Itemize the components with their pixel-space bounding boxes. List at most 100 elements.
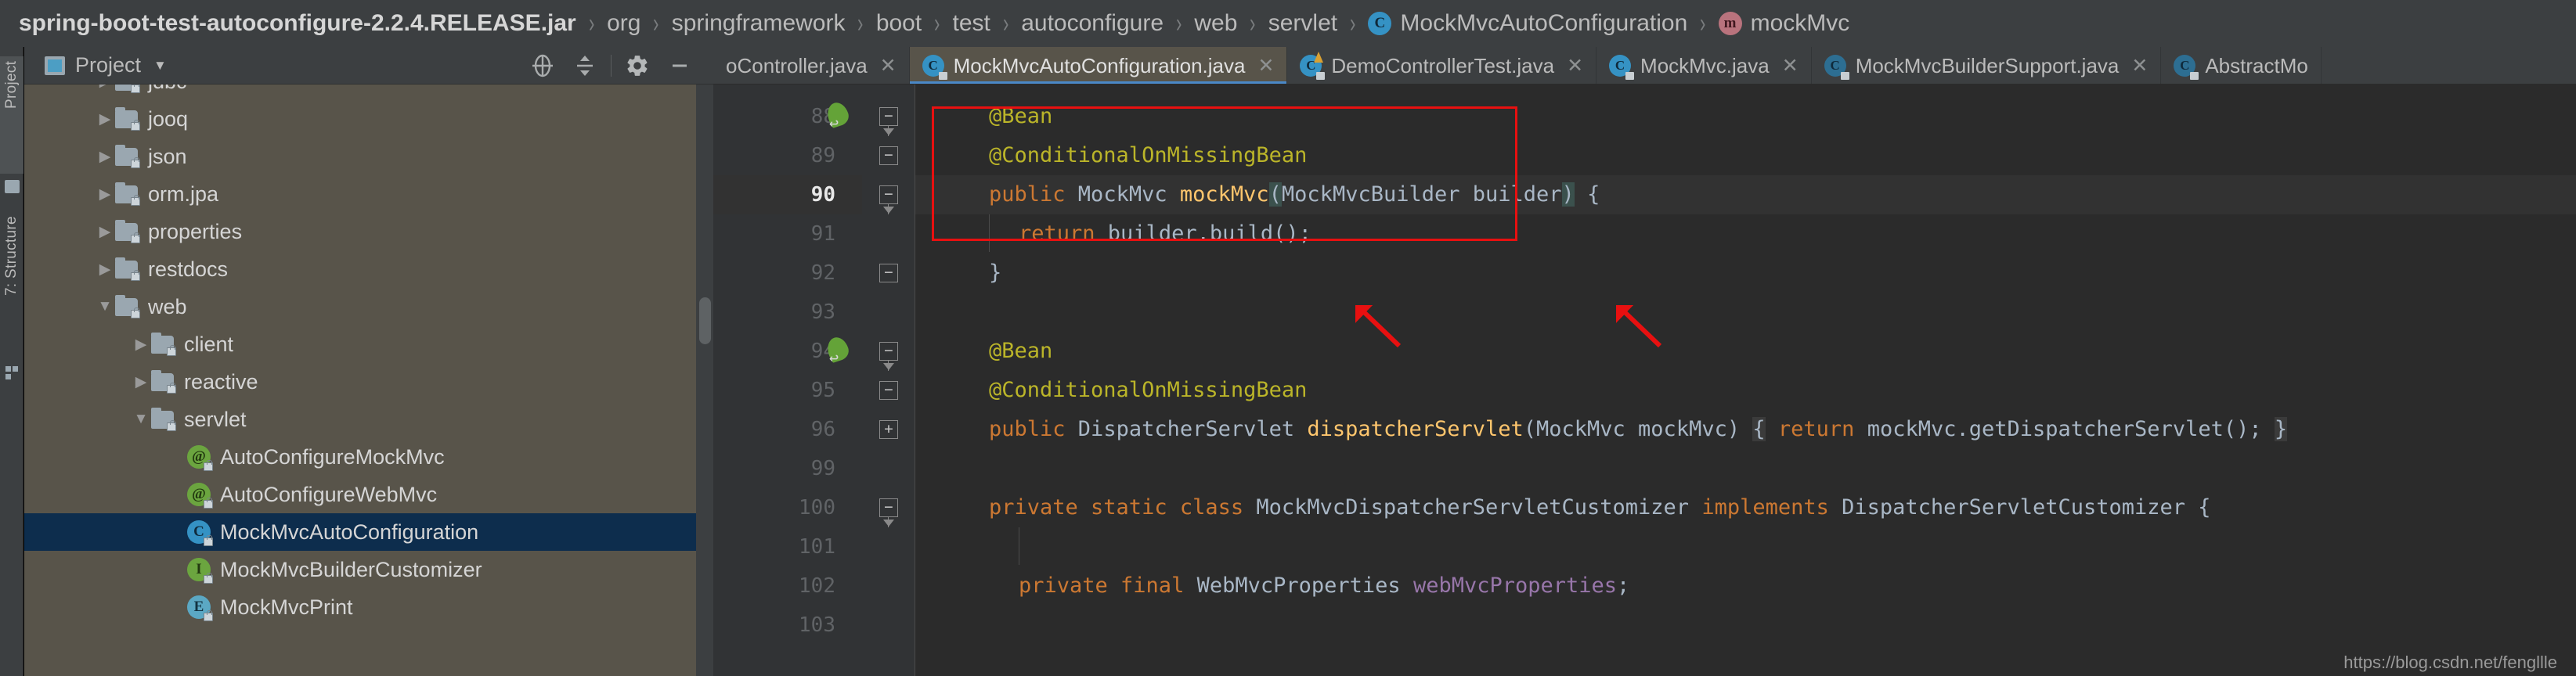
tree-item[interactable]: ▼ web [24,288,713,325]
chevron-right-icon[interactable]: ▶ [95,185,115,203]
interface-icon: I [187,558,213,584]
tree-item[interactable]: ▼ servlet [24,401,713,438]
tree-item-selected[interactable]: C MockMvcAutoConfiguration [24,513,713,551]
tool-window-button-structure[interactable]: 7: Structure [0,211,23,360]
chevron-right-icon[interactable]: ▶ [95,110,115,128]
chevron-right-icon[interactable]: ▶ [95,148,115,166]
breadcrumb-item-servlet[interactable]: servlet [1268,0,1337,47]
code-line[interactable]: return builder.build(); [915,214,2576,254]
collapse-all-icon[interactable] [564,47,606,84]
tree-item[interactable]: ▶ orm.jpa [24,175,713,213]
breadcrumb-item-label: servlet [1268,10,1338,36]
code-line[interactable] [915,606,2576,645]
code-token: MockMvcBuilder builder [1281,182,1562,207]
code-line[interactable]: private static class MockMvcDispatcherSe… [915,488,2576,527]
tree-item[interactable]: ▶ client [24,325,713,363]
breadcrumb-item-org[interactable]: org [607,0,640,47]
breadcrumb-item-boot[interactable]: boot [876,0,922,47]
editor-tab-mockmvcautoconfiguration-java[interactable]: C MockMvcAutoConfiguration.java ✕ [909,47,1288,84]
code-token: ( [1268,182,1282,207]
fold-marker-mid[interactable]: − [862,136,915,175]
project-panel-scrollbar-track[interactable] [696,84,713,676]
close-icon[interactable]: ✕ [1257,54,1274,77]
breadcrumb-item-springframework[interactable]: springframework [672,0,846,47]
watermark: https://blog.csdn.net/fengllle [2343,653,2557,672]
close-icon[interactable]: ✕ [2131,54,2148,77]
tree-item[interactable]: @ AutoConfigureWebMvc [24,476,713,513]
code-line[interactable] [915,293,2576,332]
close-icon[interactable]: ✕ [880,54,897,77]
tree-item-label: web [148,294,187,318]
editor-gutter[interactable]: 88 ↩ 89 90 91 92 93 94 ↩ 95 96 99 100 101 102 103 [713,84,862,676]
fold-marker-end[interactable]: − [862,254,915,293]
bean-gutter-icon[interactable]: ↩ [824,99,856,132]
editor-tab-bar[interactable]: oController.java ✕ C MockMvcAutoConfigurati… [713,47,2576,84]
code-line[interactable] [915,527,2576,566]
editor-tab-mockmvc-java[interactable]: C MockMvc.java ✕ [1596,47,1812,84]
locate-icon[interactable] [521,47,564,84]
code-line[interactable]: public MockMvc mockMvc(MockMvcBuilder bu… [915,175,2576,214]
tree-item[interactable]: ▶ restdocs [24,250,713,288]
fold-marker-mid[interactable]: − [862,371,915,410]
code-line[interactable]: @ConditionalOnMissingBean [915,136,2576,175]
close-icon[interactable]: ✕ [1567,54,1583,77]
editor-tab-ocontroller-java[interactable]: oController.java ✕ [713,47,910,84]
settings-gear-icon[interactable] [616,47,658,84]
class-icon: C [2174,55,2199,80]
code-editor[interactable]: 88 ↩ 89 90 91 92 93 94 ↩ 95 96 99 100 101 102 103 − − − − −… [713,84,2576,676]
editor-tab-democontrollertest-java[interactable]: C DemoControllerTest.java ✕ [1287,47,1597,84]
code-line[interactable]: @Bean [915,97,2576,136]
tree-item[interactable]: ▶ jooq [24,100,713,138]
code-line[interactable]: } [915,254,2576,293]
breadcrumb-separator: › [1176,8,1182,38]
chevron-down-icon[interactable]: ▼ [95,298,115,315]
chevron-down-icon[interactable]: ▼ [131,411,151,428]
project-panel-header: Project ▼ [24,47,713,84]
breadcrumb-separator: › [1350,8,1356,38]
hide-window-icon[interactable] [658,47,701,84]
code-line[interactable]: public DispatcherServlet dispatcherServl… [915,410,2576,449]
tree-item[interactable]: I MockMvcBuilderCustomizer [24,551,713,588]
code-line[interactable]: @ConditionalOnMissingBean [915,371,2576,410]
tree-item[interactable]: E MockMvcPrint [24,588,713,626]
tree-item[interactable]: ▶ json [24,138,713,175]
editor-tab-mockmvcbuildersupport-java[interactable]: C MockMvcBuilderSupport.java ✕ [1812,47,2162,84]
editor-code-area[interactable]: @Bean @ConditionalOnMissingBean public Moc… [915,84,2576,676]
tool-window-button-project[interactable]: Project [0,56,23,174]
chevron-right-icon[interactable]: ▶ [95,223,115,241]
bean-gutter-icon[interactable]: ↩ [824,334,856,367]
breadcrumb-item-autoconfigure[interactable]: autoconfigure [1021,0,1164,47]
project-panel-scrollbar-thumb[interactable] [699,297,711,344]
editor-fold-column[interactable]: − − − − − − + − [862,84,915,676]
folder-icon [115,257,140,281]
chevron-right-icon[interactable]: ▶ [131,373,151,391]
code-token: return [1019,221,1095,246]
breadcrumb-item-mockmvcautoconfiguration[interactable]: C MockMvcAutoConfiguration [1368,0,1687,47]
tree-item[interactable]: @ AutoConfigureMockMvc [24,438,713,476]
chevron-right-icon[interactable]: ▶ [95,261,115,279]
breadcrumb-item-label: autoconfigure [1021,10,1164,36]
project-tree[interactable]: ▶ jdbc ▶ jooq ▶ json ▶ orm.jpa ▶ properties ▶ restd… [24,84,713,676]
code-line[interactable]: @Bean [915,332,2576,371]
code-token: @ConditionalOnMissingBean [989,143,1308,167]
chevron-down-icon[interactable]: ▼ [153,58,167,74]
code-line[interactable] [915,449,2576,488]
breadcrumb-item-mockmvc[interactable]: m mockMvc [1718,0,1849,47]
fold-marker-collapsed[interactable]: + [862,410,915,449]
editor-tab-abstractmo[interactable]: C AbstractMo [2161,47,2322,84]
chevron-right-icon[interactable]: ▶ [95,84,115,91]
tree-item[interactable]: ▶ jdbc [24,84,713,100]
breadcrumb-item-test[interactable]: test [953,0,990,47]
breadcrumb-item-spring-boot-test-autoconfigure-2-2-4-release-jar[interactable]: spring-boot-test-autoconfigure-2.2.4.REL… [19,0,576,47]
fold-arrow [883,363,894,370]
code-token: DispatcherServlet [1065,417,1308,441]
code-line[interactable]: private final WebMvcProperties webMvcPro… [915,566,2576,606]
code-token: @ConditionalOnMissingBean [989,378,1308,402]
tree-item[interactable]: ▶ reactive [24,363,713,401]
breadcrumb-item-web[interactable]: web [1194,0,1237,47]
code-token: MockMvcDispatcherServletCustomizer [1243,495,1702,520]
chevron-right-icon[interactable]: ▶ [131,336,151,354]
tree-item[interactable]: ▶ properties [24,213,713,250]
breadcrumb-item-label: MockMvcAutoConfiguration [1400,10,1688,36]
close-icon[interactable]: ✕ [1782,54,1799,77]
